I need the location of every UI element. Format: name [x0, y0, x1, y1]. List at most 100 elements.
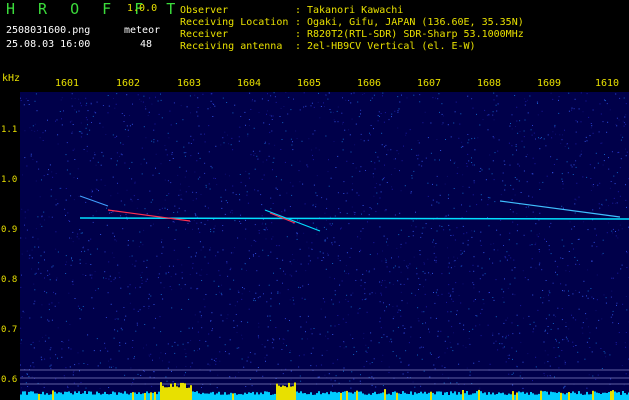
noise-pixel — [473, 256, 475, 258]
noise-pixel — [42, 140, 44, 141]
noise-pixel — [41, 179, 42, 181]
level-bar — [576, 394, 578, 400]
noise-pixel — [346, 294, 348, 296]
noise-pixel — [575, 143, 577, 145]
noise-pixel — [450, 382, 452, 384]
noise-pixel — [21, 316, 23, 318]
noise-pixel — [245, 386, 247, 387]
noise-pixel — [476, 204, 478, 206]
noise-pixel — [136, 324, 138, 326]
noise-pixel — [516, 314, 518, 316]
noise-pixel — [227, 202, 228, 204]
level-bar — [406, 393, 408, 400]
level-bar — [168, 387, 170, 400]
level-bar — [110, 394, 112, 400]
noise-pixel — [380, 327, 382, 329]
level-bar — [170, 383, 172, 400]
level-bar — [50, 394, 52, 400]
noise-pixel — [207, 262, 209, 264]
noise-pixel — [433, 292, 434, 293]
level-bar — [244, 392, 246, 400]
noise-pixel — [481, 308, 483, 310]
noise-pixel — [329, 216, 331, 218]
noise-pixel — [192, 191, 194, 193]
noise-pixel — [537, 368, 539, 370]
noise-pixel — [264, 229, 266, 231]
noise-pixel — [316, 233, 318, 235]
noise-pixel — [146, 278, 148, 280]
noise-pixel — [462, 186, 464, 188]
level-bar — [614, 391, 616, 400]
noise-pixel — [280, 107, 282, 109]
noise-pixel — [450, 235, 452, 236]
noise-pixel — [145, 106, 146, 108]
noise-pixel — [516, 365, 518, 367]
noise-pixel — [493, 99, 495, 101]
level-bar — [416, 393, 418, 400]
noise-pixel — [171, 370, 172, 372]
noise-pixel — [547, 326, 549, 327]
noise-pixel — [497, 249, 499, 251]
noise-pixel — [616, 302, 618, 304]
noise-pixel — [190, 155, 192, 157]
noise-pixel — [34, 123, 36, 125]
noise-pixel — [508, 254, 510, 256]
level-bar — [308, 394, 310, 400]
noise-pixel — [482, 119, 484, 121]
noise-pixel — [558, 99, 559, 101]
noise-pixel — [77, 177, 78, 179]
noise-pixel — [358, 194, 360, 196]
noise-pixel — [441, 226, 443, 227]
noise-pixel — [44, 130, 46, 132]
noise-pixel — [100, 179, 102, 181]
noise-pixel — [25, 237, 27, 239]
noise-pixel — [542, 302, 544, 304]
noise-pixel — [337, 255, 339, 257]
noise-pixel — [530, 230, 532, 232]
noise-pixel — [21, 376, 23, 377]
noise-pixel — [189, 274, 191, 275]
noise-pixel — [29, 317, 31, 319]
noise-pixel — [204, 141, 206, 143]
noise-pixel — [241, 338, 243, 340]
noise-pixel — [191, 362, 193, 364]
noise-pixel — [260, 194, 262, 196]
noise-pixel — [71, 258, 72, 260]
level-bar — [34, 393, 36, 400]
noise-pixel — [146, 259, 148, 261]
noise-pixel — [479, 171, 481, 172]
noise-pixel — [30, 155, 32, 157]
noise-pixel — [85, 117, 87, 119]
noise-pixel — [561, 319, 563, 321]
noise-pixel — [535, 223, 537, 225]
noise-pixel — [276, 257, 278, 259]
noise-pixel — [497, 103, 499, 105]
noise-pixel — [247, 135, 249, 137]
noise-pixel — [79, 318, 81, 320]
noise-pixel — [574, 198, 576, 200]
noise-pixel — [548, 245, 550, 247]
level-bar — [20, 394, 22, 400]
app-version: 1.0.0 — [127, 3, 158, 14]
noise-pixel — [154, 123, 156, 125]
noise-pixel — [455, 282, 457, 284]
noise-pixel — [354, 212, 356, 214]
noise-pixel — [348, 223, 350, 225]
noise-pixel — [497, 150, 499, 152]
noise-pixel — [580, 153, 582, 155]
noise-pixel — [328, 159, 329, 161]
noise-pixel — [168, 271, 170, 273]
noise-pixel — [110, 195, 112, 197]
level-bar — [426, 393, 428, 400]
noise-pixel — [324, 240, 326, 242]
noise-pixel — [389, 282, 391, 284]
noise-pixel — [240, 321, 242, 323]
noise-pixel — [504, 256, 506, 258]
level-bar — [608, 392, 610, 400]
noise-pixel — [380, 292, 382, 294]
noise-pixel — [574, 256, 576, 258]
noise-pixel — [488, 292, 490, 294]
noise-pixel — [279, 194, 281, 196]
level-bar — [564, 394, 566, 400]
noise-pixel — [139, 274, 141, 276]
